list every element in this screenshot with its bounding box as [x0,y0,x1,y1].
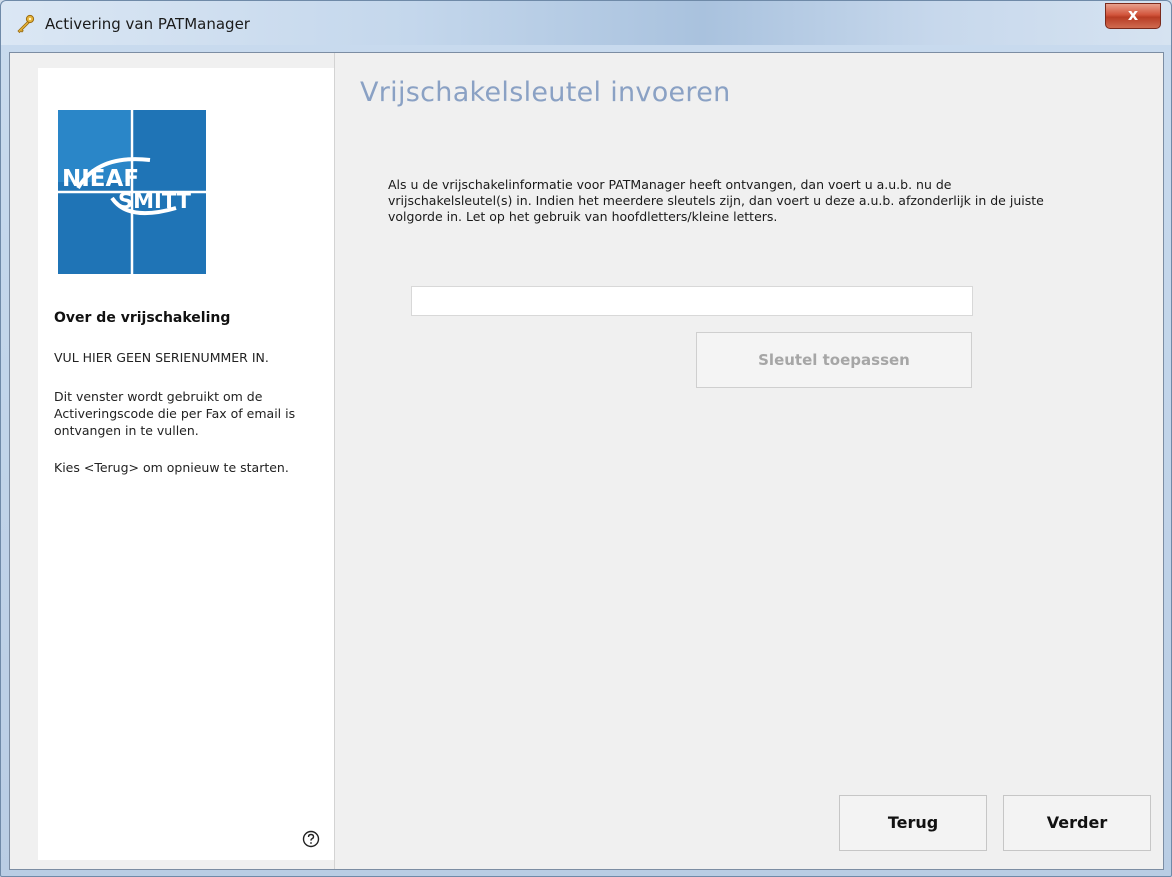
serial-warning-text: VUL HIER GEEN SERIENUMMER IN. [54,350,269,365]
next-button[interactable]: Verder [1003,795,1151,851]
restart-hint-text: Kies <Terug> om opnieuw te starten. [54,460,289,475]
back-button[interactable]: Terug [839,795,987,851]
nieaf-smitt-logo: NIEAF SMITT [58,110,206,274]
instructions-text: Als u de vrijschakelinformatie voor PATM… [388,177,1044,224]
close-button[interactable]: x [1105,3,1161,29]
activation-key-input[interactable] [411,286,973,316]
description-text: Dit venster wordt gebruikt om de Activer… [54,389,296,438]
apply-key-button[interactable]: Sleutel toepassen [696,332,972,388]
logo-text-bottom: SMITT [118,189,192,213]
wizard-client-area: NIEAF SMITT Over de vrijschakeling VUL H… [9,52,1164,870]
close-icon: x [1127,5,1139,24]
about-title: Over de vrijschakeling [54,310,231,326]
panel-divider [334,53,335,869]
help-icon[interactable] [302,830,320,848]
info-sidebar: NIEAF SMITT Over de vrijschakeling VUL H… [38,68,334,860]
title-bar[interactable]: Activering van PATManager x [1,1,1171,45]
page-heading: Vrijschakelsleutel invoeren [360,77,731,108]
key-icon [17,14,35,34]
activation-window: Activering van PATManager x NIEAF SMITT … [0,0,1172,877]
window-title: Activering van PATManager [45,15,250,33]
